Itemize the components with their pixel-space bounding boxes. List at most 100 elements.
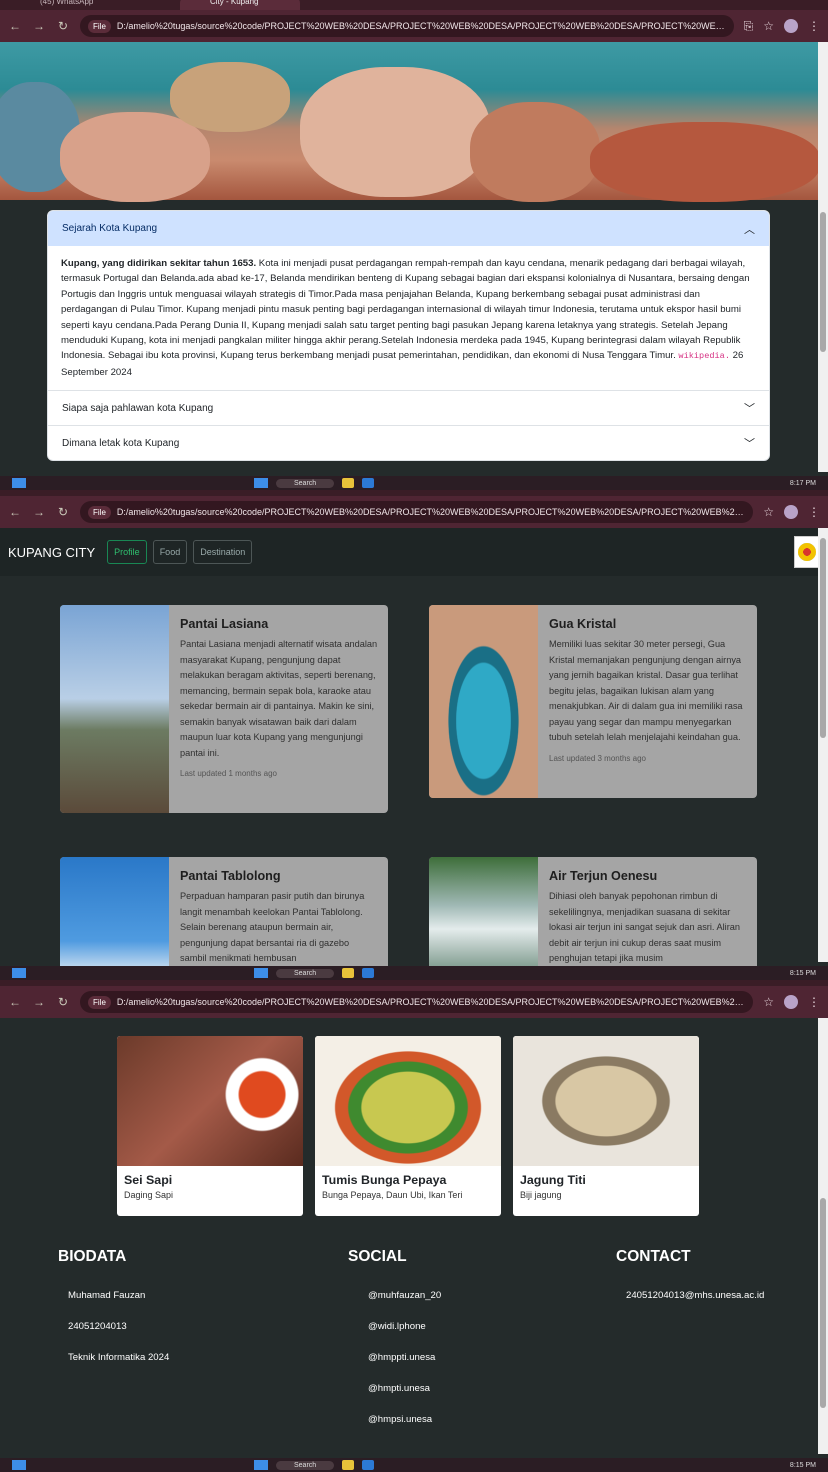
accordion-title: Dimana letak kota Kupang (62, 437, 180, 449)
destination-image (60, 857, 169, 966)
social-link[interactable]: @hmpti.unesa (368, 1383, 430, 1394)
social-link[interactable]: @hmpsi.unesa (368, 1414, 432, 1425)
windows-icon[interactable] (12, 1460, 26, 1470)
folder-icon[interactable] (342, 478, 355, 488)
social-link[interactable]: @hmppti.unesa (368, 1352, 435, 1363)
taskbar-search[interactable]: Search (276, 478, 335, 488)
tab-whatsapp[interactable]: (45) WhatsApp (10, 0, 93, 10)
social-link[interactable]: @widi.lphone (368, 1321, 426, 1332)
menu-icon[interactable]: ⋮ (808, 19, 820, 34)
forward-icon[interactable]: → (32, 19, 46, 33)
start-icon[interactable] (254, 968, 268, 978)
food-title: Jagung Titi (520, 1173, 586, 1187)
back-icon[interactable]: ← (8, 505, 22, 519)
tab-strip (0, 490, 828, 496)
food-desc: Daging Sapi (124, 1190, 174, 1200)
chevron-down-icon: ﹀ (744, 403, 755, 416)
food-card: Tumis Bunga Pepaya Bunga Pepaya, Daun Ub… (315, 1036, 501, 1216)
url-text: D:/amelio%20tugas/source%20code/PROJECT%… (116, 507, 746, 517)
reload-icon[interactable]: ↻ (56, 995, 70, 1009)
nav-profile[interactable]: Profile (107, 540, 147, 564)
history-text: Kota ini menjadi pusat perdagangan rempa… (61, 258, 750, 362)
start-icon[interactable] (254, 478, 268, 488)
folder-icon[interactable] (342, 1460, 355, 1470)
profile-avatar[interactable] (784, 505, 798, 519)
accordion-body-history: Kupang, yang didirikan sekitar tahun 165… (48, 246, 769, 390)
destination-title: Pantai Lasiana (180, 617, 269, 631)
brand[interactable]: KUPANG CITY (8, 545, 95, 560)
back-icon[interactable]: ← (8, 995, 22, 1009)
history-lead: Kupang, yang didirikan sekitar tahun 165… (61, 258, 257, 269)
biodata-program: Teknik Informatika 2024 (68, 1352, 170, 1363)
translate-icon[interactable]: ⎘ (744, 19, 754, 34)
vscode-icon[interactable] (362, 478, 375, 488)
destination-card: Gua Kristal Memiliki luas sekitar 30 met… (429, 605, 757, 798)
social-link[interactable]: @muhfauzan_20 (368, 1290, 441, 1301)
food-desc: Bunga Pepaya, Daun Ubi, Ikan Teri (322, 1190, 463, 1200)
url-text: D:/amelio%20tugas/source%20code/PROJECT%… (116, 997, 746, 1007)
file-label: File (88, 19, 111, 33)
start-icon[interactable] (254, 1460, 268, 1470)
screenshot-history: (45) WhatsApp City - Kupang ← → ↻ File D… (0, 0, 828, 476)
food-desc: Biji jagung (520, 1190, 562, 1200)
menu-icon[interactable]: ⋮ (808, 995, 820, 1009)
destination-text: Dihiasi oleh banyak pepohonan rimbun di … (549, 891, 740, 963)
navbar: KUPANG CITY Profile Food Destination (0, 528, 828, 576)
nav-food[interactable]: Food (152, 540, 188, 564)
taskbar: Search 8:17 PM (0, 476, 828, 490)
windows-icon[interactable] (12, 968, 26, 978)
chevron-down-icon: ﹀ (744, 438, 755, 451)
accordion-title: Sejarah Kota Kupang (62, 223, 158, 234)
tab-strip (0, 980, 828, 986)
windows-icon[interactable] (12, 478, 26, 488)
forward-icon[interactable]: → (32, 505, 46, 519)
reload-icon[interactable]: ↻ (56, 505, 70, 519)
contact-heading: CONTACT (616, 1248, 691, 1265)
url-field[interactable]: File D:/amelio%20tugas/source%20code/PRO… (80, 15, 734, 37)
clock: 8:15 PM (789, 1461, 816, 1469)
tab-city[interactable]: City - Kupang (180, 0, 300, 10)
url-text: D:/amelio%20tugas/source%20code/PROJECT%… (116, 21, 726, 31)
biodata-nim: 24051204013 (68, 1321, 127, 1332)
accordion-header-location[interactable]: Dimana letak kota Kupang ﹀ (48, 425, 769, 460)
taskbar-search[interactable]: Search (276, 968, 335, 978)
star-icon[interactable]: ☆ (763, 19, 774, 34)
address-bar: ← → ↻ File D:/amelio%20tugas/source%20co… (0, 496, 828, 528)
vscode-icon[interactable] (362, 968, 375, 978)
profile-avatar[interactable] (784, 18, 798, 33)
url-field[interactable]: File D:/amelio%20tugas/source%20code/PRO… (80, 991, 754, 1013)
food-title: Sei Sapi (124, 1173, 173, 1187)
destination-title: Air Terjun Oenesu (549, 869, 658, 883)
last-updated: Last updated 1 months ago (180, 769, 277, 778)
screenshot-food-footer: ← → ↻ File D:/amelio%20tugas/source%20co… (0, 980, 828, 1458)
profile-avatar[interactable] (784, 995, 798, 1009)
url-field[interactable]: File D:/amelio%20tugas/source%20code/PRO… (80, 501, 754, 523)
food-image (513, 1036, 699, 1166)
star-icon[interactable]: ☆ (763, 995, 774, 1009)
history-accordion: Sejarah Kota Kupang ︿ Kupang, yang didir… (47, 210, 770, 462)
biodata-heading: BIODATA (58, 1248, 127, 1265)
taskbar-search[interactable]: Search (276, 1460, 335, 1470)
biodata-name: Muhamad Fauzan (68, 1290, 146, 1301)
scrollbar[interactable] (818, 528, 828, 962)
reload-icon[interactable]: ↻ (56, 19, 70, 33)
last-updated: Last updated 3 months ago (549, 753, 646, 763)
star-icon[interactable]: ☆ (763, 505, 774, 519)
accordion-header-history[interactable]: Sejarah Kota Kupang ︿ (48, 211, 769, 246)
destination-card: Pantai Lasiana Pantai Lasiana menjadi al… (60, 605, 388, 813)
address-bar: ← → ↻ File D:/amelio%20tugas/source%20co… (0, 986, 828, 1018)
contact-email[interactable]: 24051204013@mhs.unesa.ac.id (626, 1290, 764, 1301)
clock: 8:17 PM (789, 479, 816, 487)
folder-icon[interactable] (342, 968, 355, 978)
accordion-header-heroes[interactable]: Siapa saja pahlawan kota Kupang ﹀ (48, 390, 769, 425)
back-icon[interactable]: ← (8, 19, 22, 33)
file-label: File (88, 995, 111, 1009)
forward-icon[interactable]: → (32, 995, 46, 1009)
scrollbar[interactable] (818, 42, 828, 472)
menu-icon[interactable]: ⋮ (808, 505, 820, 519)
scrollbar[interactable] (818, 1018, 828, 1454)
chevron-up-icon: ︿ (744, 223, 755, 236)
vscode-icon[interactable] (362, 1460, 375, 1470)
food-card: Jagung Titi Biji jagung (513, 1036, 699, 1216)
nav-destination[interactable]: Destination (193, 540, 253, 564)
